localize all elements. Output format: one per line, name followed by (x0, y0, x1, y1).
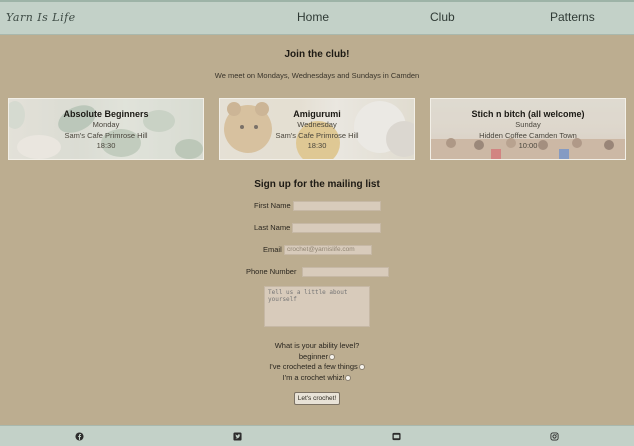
nav-patterns[interactable]: Patterns (550, 10, 595, 24)
phone-input[interactable] (302, 267, 389, 277)
club-place: Sam's Cafe Primrose Hill (64, 130, 148, 140)
club-place: Hidden Coffee Camden Town (479, 130, 577, 140)
option-whiz: I'm a crochet whiz! (0, 373, 634, 382)
club-card-beginners[interactable]: Absolute Beginners Monday Sam's Cafe Pri… (8, 98, 204, 160)
about-textarea[interactable] (264, 286, 370, 327)
twitter-icon[interactable] (233, 432, 242, 441)
radio-whiz[interactable] (345, 375, 352, 382)
youtube-icon[interactable] (392, 432, 401, 441)
email-label: Email (263, 245, 282, 254)
first-name-label: First Name (254, 201, 291, 210)
club-name: Stich n bitch (all welcome) (471, 109, 585, 119)
club-name: Absolute Beginners (63, 109, 149, 119)
nav-club[interactable]: Club (430, 10, 455, 24)
last-name-input[interactable] (292, 223, 381, 233)
option-intermediate-label: I've crocheted a few things (269, 362, 358, 371)
option-whiz-label: I'm a crochet whiz! (282, 373, 345, 382)
site-footer (0, 425, 634, 446)
radio-beginner[interactable] (329, 354, 336, 361)
club-day: Sunday (515, 120, 541, 129)
join-subtitle: We meet on Mondays, Wednesdays and Sunda… (214, 71, 420, 80)
first-name-input[interactable] (293, 201, 381, 211)
instagram-icon[interactable] (550, 432, 559, 441)
phone-label: Phone Number (246, 267, 297, 276)
club-day: Wednesday (297, 120, 337, 129)
ability-question: What is your ability level? (274, 341, 360, 350)
club-card-stich-n-bitch[interactable]: Stich n bitch (all welcome) Sunday Hidde… (430, 98, 626, 160)
club-place: Sam's Cafe Primrose Hill (275, 130, 359, 140)
nav-home[interactable]: Home (297, 10, 329, 24)
option-beginner: beginner (0, 352, 634, 361)
last-name-label: Last Name (254, 223, 291, 232)
club-time: 10:00 (518, 141, 538, 150)
club-day: Monday (92, 120, 120, 129)
club-time: 18:30 (307, 141, 327, 150)
club-time: 18:30 (96, 141, 116, 150)
submit-button[interactable]: Let's crochet! (294, 392, 340, 405)
option-intermediate: I've crocheted a few things (0, 362, 634, 371)
email-input[interactable]: crochet@yarnislife.com (284, 245, 372, 255)
club-card-amigurumi[interactable]: Amigurumi Wednesday Sam's Cafe Primrose … (219, 98, 415, 160)
site-logo[interactable]: Yarn Is Life (6, 11, 76, 24)
mailing-list-title: Sign up for the mailing list (254, 179, 380, 190)
site-header: Yarn Is Life Home Club Patterns (0, 2, 634, 35)
facebook-icon[interactable] (75, 432, 84, 441)
radio-intermediate[interactable] (358, 364, 365, 371)
join-title: Join the club! (284, 49, 350, 60)
option-beginner-label: beginner (298, 352, 329, 361)
club-name: Amigurumi (293, 109, 341, 119)
